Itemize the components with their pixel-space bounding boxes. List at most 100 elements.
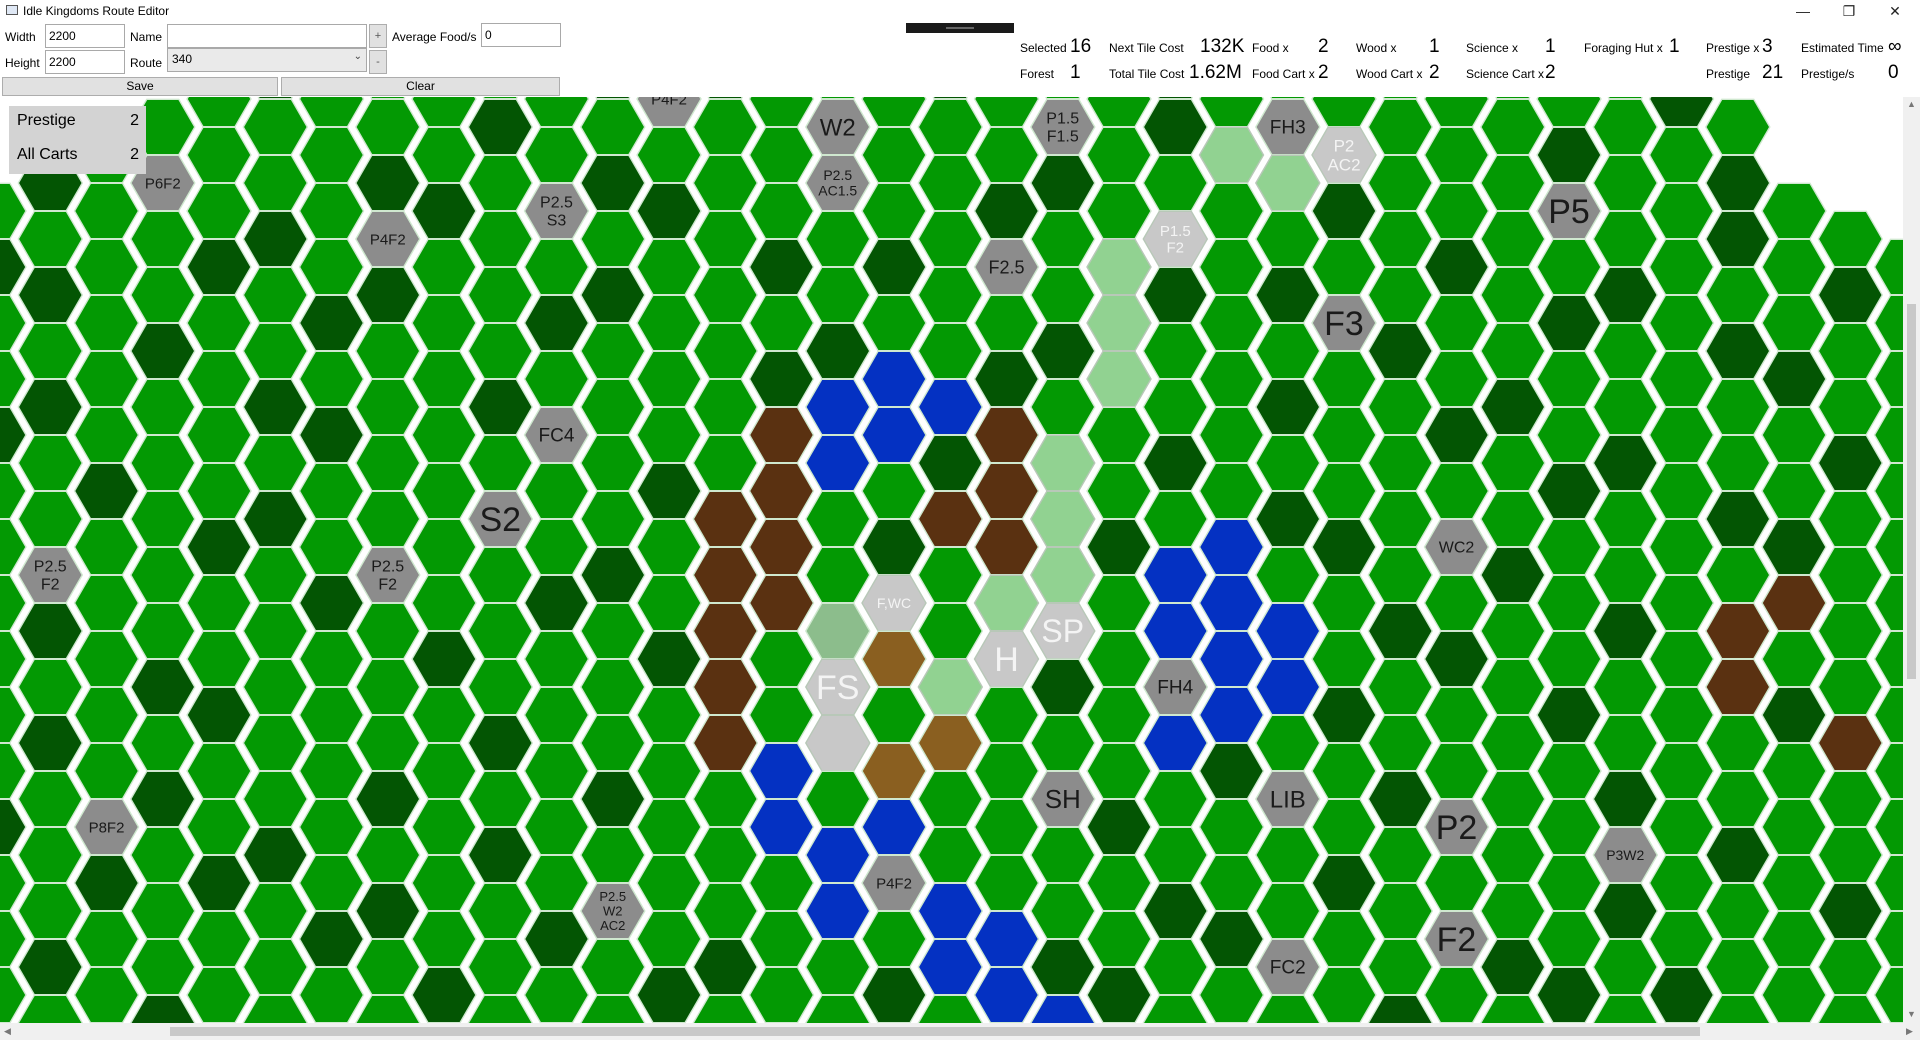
- horizontal-scrollbar[interactable]: ◀ ▶: [0, 1023, 1920, 1040]
- grass-tile[interactable]: [73, 518, 140, 576]
- forest-tile[interactable]: [1254, 378, 1321, 436]
- grass-tile[interactable]: [467, 266, 534, 324]
- forest-tile[interactable]: [581, 97, 645, 100]
- grass-tile[interactable]: [917, 266, 984, 324]
- grass-tile[interactable]: [1198, 238, 1265, 296]
- grass-tile[interactable]: [467, 322, 534, 380]
- water-tile[interactable]: [748, 742, 815, 800]
- dirt-tile[interactable]: [917, 714, 984, 772]
- water-tile[interactable]: [1254, 602, 1321, 660]
- grass-tile[interactable]: [73, 574, 140, 632]
- grass-tile[interactable]: [1142, 770, 1209, 828]
- grass-tile[interactable]: [242, 434, 309, 492]
- grass-tile[interactable]: [804, 770, 871, 828]
- grass-tile[interactable]: [804, 210, 871, 268]
- grass-tile[interactable]: [917, 994, 984, 1023]
- grass-tile[interactable]: [579, 714, 646, 772]
- grass-tile[interactable]: [579, 826, 646, 884]
- forest-tile[interactable]: [523, 574, 590, 632]
- grass-tile[interactable]: [1142, 154, 1209, 212]
- grass-tile[interactable]: [1254, 826, 1321, 884]
- forest-tile[interactable]: [242, 210, 309, 268]
- forest-tile[interactable]: [1311, 182, 1377, 240]
- grass-tile[interactable]: [1256, 97, 1320, 100]
- forest-tile[interactable]: [1479, 546, 1546, 604]
- route-tile[interactable]: [1029, 546, 1096, 604]
- grass-tile[interactable]: [973, 854, 1040, 912]
- grass-tile[interactable]: [1423, 574, 1490, 632]
- grass-tile[interactable]: [242, 882, 309, 940]
- grass-tile[interactable]: [242, 546, 309, 604]
- grass-tile[interactable]: [1873, 966, 1904, 1023]
- grass-tile[interactable]: [636, 910, 702, 968]
- grass-tile[interactable]: [1311, 406, 1377, 464]
- grass-tile[interactable]: [748, 910, 815, 968]
- route-tile[interactable]: [1086, 350, 1152, 408]
- grass-tile[interactable]: [1592, 714, 1659, 772]
- grass-tile[interactable]: [73, 742, 140, 800]
- water-tile[interactable]: [1198, 574, 1265, 632]
- grass-tile[interactable]: [1592, 546, 1659, 604]
- forest-tile[interactable]: [693, 97, 757, 100]
- grass-tile[interactable]: [1029, 210, 1096, 268]
- grass-tile[interactable]: [298, 126, 365, 184]
- grass-tile[interactable]: [17, 322, 84, 380]
- grass-tile[interactable]: [1817, 602, 1884, 660]
- grass-tile[interactable]: [804, 546, 871, 604]
- forest-tile[interactable]: [1536, 686, 1602, 744]
- grass-tile[interactable]: [1029, 266, 1096, 324]
- grass-tile[interactable]: [1311, 350, 1377, 408]
- water-tile[interactable]: [1198, 686, 1265, 744]
- grass-tile[interactable]: [354, 98, 421, 156]
- water-tile[interactable]: [804, 434, 871, 492]
- grass-tile[interactable]: [129, 602, 196, 660]
- mountain-tile[interactable]: [692, 658, 759, 716]
- grass-tile[interactable]: [692, 378, 759, 436]
- forest-tile[interactable]: [1086, 966, 1152, 1023]
- grass-tile[interactable]: [1367, 546, 1434, 604]
- forest-tile[interactable]: [1029, 322, 1096, 380]
- grass-tile[interactable]: [1648, 798, 1715, 856]
- grass-tile[interactable]: [1367, 882, 1434, 940]
- grass-tile[interactable]: [1423, 686, 1490, 744]
- forest-tile[interactable]: [861, 518, 927, 576]
- grass-tile[interactable]: [411, 686, 477, 744]
- grass-tile[interactable]: [186, 182, 252, 240]
- grass-tile[interactable]: [636, 294, 702, 352]
- grass-tile[interactable]: [1648, 574, 1715, 632]
- water-tile[interactable]: [1029, 994, 1096, 1023]
- grass-tile[interactable]: [1254, 994, 1321, 1023]
- grass-tile[interactable]: [1761, 798, 1827, 856]
- grass-tile[interactable]: [73, 350, 140, 408]
- grass-tile[interactable]: [467, 882, 534, 940]
- grass-tile[interactable]: [1536, 97, 1602, 128]
- grass-tile[interactable]: [73, 686, 140, 744]
- grass-tile[interactable]: [129, 938, 196, 996]
- forest-tile[interactable]: [1142, 266, 1209, 324]
- grass-tile[interactable]: [1536, 910, 1602, 968]
- grass-tile[interactable]: [242, 602, 309, 660]
- forest-tile[interactable]: [1198, 742, 1265, 800]
- grass-tile[interactable]: [1873, 742, 1904, 800]
- grass-tile[interactable]: [973, 126, 1040, 184]
- grass-tile[interactable]: [1142, 938, 1209, 996]
- forest-tile[interactable]: [1254, 490, 1321, 548]
- grass-tile[interactable]: [1086, 742, 1152, 800]
- forest-tile[interactable]: [579, 546, 646, 604]
- grass-tile[interactable]: [356, 97, 420, 100]
- average-food-input[interactable]: [481, 23, 561, 47]
- grass-tile[interactable]: [1423, 126, 1490, 184]
- forest-tile[interactable]: [1143, 97, 1207, 100]
- grass-tile[interactable]: [1198, 462, 1265, 520]
- width-input[interactable]: [45, 24, 125, 48]
- forest-tile[interactable]: [129, 770, 196, 828]
- grass-tile[interactable]: [1873, 910, 1904, 968]
- grass-tile[interactable]: [1479, 434, 1546, 492]
- grass-tile[interactable]: [73, 910, 140, 968]
- grass-tile[interactable]: [186, 350, 252, 408]
- route-dropdown[interactable]: 340 ⌄: [167, 48, 367, 72]
- grass-tile[interactable]: [636, 798, 702, 856]
- grass-tile[interactable]: [1761, 294, 1827, 352]
- grass-tile[interactable]: [17, 994, 84, 1023]
- grass-tile[interactable]: [748, 294, 815, 352]
